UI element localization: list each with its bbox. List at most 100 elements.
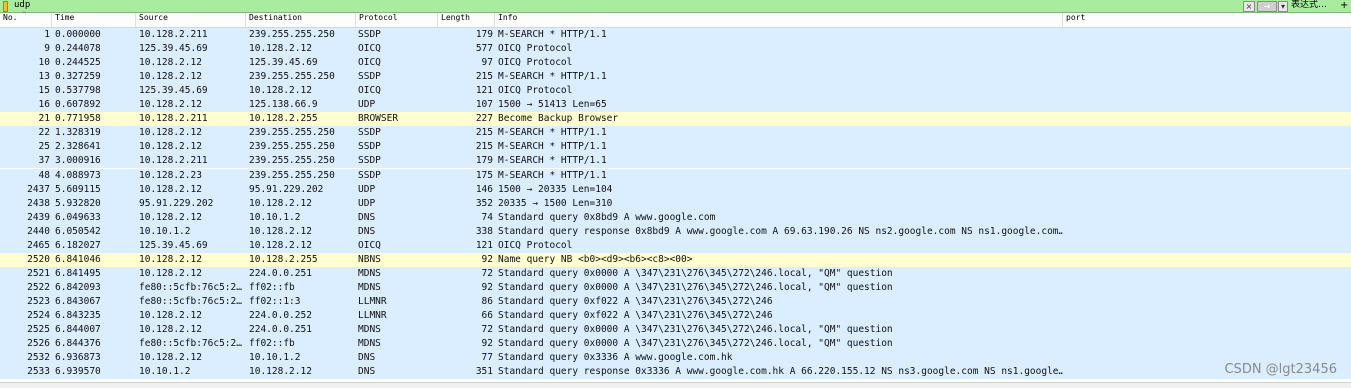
packet-row[interactable]: 2437 5.609115 10.128.2.12 95.91.229.202 UDP 1… [0,182,1351,197]
packet-time: 5.609115 [55,183,101,195]
packet-info: Standard query 0x0000 A \347\231\276\345… [498,267,893,279]
packet-time: 0.771958 [55,113,101,125]
packet-row[interactable]: 2522 6.842093 fe80::5cfb:76c5:2… ff02::fb MD… [0,280,1351,295]
packet-row[interactable]: 15 0.537798 125.39.45.69 10.128.2.12 OICQ 121… [0,84,1351,99]
packet-row[interactable]: 2524 6.843235 10.128.2.12 224.0.0.252 LLMNR 6… [0,309,1351,323]
packet-row[interactable]: 48 4.088973 10.128.2.23 239.255.255.250 SSDP… [0,168,1351,183]
apply-filter-icon[interactable]: → [1257,1,1277,12]
packet-destination: 224.0.0.251 [249,324,312,336]
packet-no: 22 [38,127,50,139]
col-header-destination[interactable]: Destination [246,13,356,27]
col-header-info[interactable]: Info [495,13,1063,27]
packet-info: M-SEARCH * HTTP/1.1 [498,141,607,153]
packet-destination: 125.39.45.69 [249,57,318,69]
packet-time: 3.000916 [55,155,101,167]
packet-destination: 10.128.2.255 [249,253,318,265]
packet-time: 0.000000 [55,29,101,40]
packet-destination: 239.255.255.250 [249,141,335,153]
packet-length: 74 [481,211,493,223]
packet-protocol: SSDP [358,29,381,40]
packet-source: 10.128.2.12 [139,57,202,69]
packet-time: 6.182027 [55,239,101,251]
packet-row[interactable]: 2523 6.843067 fe80::5cfb:76c5:2… ff02::1:3 L… [0,294,1351,309]
packet-row[interactable]: 22 1.328319 10.128.2.12 239.255.255.250 SSDP… [0,126,1351,141]
packet-source: 125.39.45.69 [139,43,208,55]
packet-no: 16 [38,99,50,111]
packet-info: OICQ Protocol [498,239,573,251]
packet-row[interactable]: 2465 6.182027 125.39.45.69 10.128.2.12 OICQ 1… [0,238,1351,253]
col-header-source[interactable]: Source [136,13,246,27]
packet-row[interactable]: 10 0.244525 10.128.2.12 125.39.45.69 OICQ 97 O… [0,56,1351,71]
packet-row[interactable]: 37 3.000916 10.128.2.211 239.255.255.250 SSD… [0,154,1351,169]
packet-row[interactable]: 13 0.327259 10.128.2.12 239.255.255.250 SSDP… [0,70,1351,85]
expression-button[interactable]: 表达式… [1291,0,1327,12]
packet-length: 215 [475,141,493,153]
packet-source: 125.39.45.69 [139,85,208,97]
clear-filter-icon[interactable]: × [1243,1,1255,12]
packet-row[interactable]: 2526 6.844376 fe80::5cfb:76c5:2… ff02::fb MD… [0,337,1351,352]
packet-row[interactable]: 2532 6.936873 10.128.2.12 10.10.1.2 DNS 77 Sta… [0,351,1351,366]
packet-row[interactable]: 1 0.000000 10.128.2.211 239.255.255.250 SSDP… [0,28,1351,42]
packet-length: 66 [481,310,493,321]
packet-info: 1500 → 51413 Len=65 [498,99,607,111]
packet-row[interactable]: 2440 6.050542 10.10.1.2 10.128.2.12 DNS 338 St… [0,224,1351,239]
packet-no: 2523 [27,295,50,307]
packet-info: M-SEARCH * HTTP/1.1 [498,169,607,181]
packet-time: 0.537798 [55,85,101,97]
packet-time: 6.843235 [55,310,101,321]
packet-protocol: OICQ [358,85,381,97]
packet-protocol: SSDP [358,155,381,167]
packet-no: 2437 [27,183,50,195]
packet-destination: 10.128.2.12 [249,43,312,55]
packet-no: 1 [44,29,50,40]
packet-time: 6.841495 [55,267,101,279]
packet-no: 10 [38,57,50,69]
packet-info: 1500 → 20335 Len=104 [498,183,613,195]
packet-destination: ff02::1:3 [249,295,301,307]
col-header-port[interactable]: port [1063,13,1351,27]
packet-protocol: OICQ [358,57,381,69]
packet-protocol: UDP [358,183,376,195]
packet-no: 2521 [27,267,50,279]
bookmark-icon[interactable] [3,1,8,12]
display-filter-bar[interactable]: udp × → ▾ 表达式… + [0,0,1351,13]
packet-length: 215 [475,71,493,83]
packet-time: 2.328641 [55,141,101,153]
col-header-protocol[interactable]: Protocol [356,13,438,27]
packet-source: fe80::5cfb:76c5:2… [139,338,242,350]
packet-source: 10.128.2.12 [139,211,202,223]
packet-row[interactable]: 9 0.244078 125.39.45.69 10.128.2.12 OICQ 577 O… [0,42,1351,57]
packet-info: OICQ Protocol [498,85,573,97]
packet-protocol: MDNS [358,338,381,350]
packet-protocol: MDNS [358,267,381,279]
packet-row[interactable]: 2439 6.049633 10.128.2.12 10.10.1.2 DNS 74 Sta… [0,210,1351,225]
packet-destination: 10.10.1.2 [249,352,301,364]
packet-row[interactable]: 2525 6.844007 10.128.2.12 224.0.0.251 MDNS 72… [0,323,1351,338]
packet-destination: 224.0.0.252 [249,310,312,321]
packet-row[interactable]: 2520 6.841046 10.128.2.12 10.128.2.255 NBNS 9… [0,252,1351,267]
packet-protocol: MDNS [358,281,381,293]
packet-source: 10.128.2.23 [139,169,202,181]
packet-length: 577 [475,43,493,55]
filter-dropdown-icon[interactable]: ▾ [1278,1,1288,12]
packet-source: 10.10.1.2 [139,366,191,378]
packet-destination: 239.255.255.250 [249,127,335,139]
packet-row[interactable]: 2438 5.932820 95.91.229.202 10.128.2.12 UDP 3… [0,196,1351,211]
packet-time: 6.049633 [55,211,101,223]
packet-time: 6.843067 [55,295,101,307]
packet-destination: 10.128.2.12 [249,85,312,97]
col-header-time[interactable]: Time [52,13,136,27]
horizontal-scrollbar[interactable] [0,382,1351,388]
packet-row[interactable]: 25 2.328641 10.128.2.12 239.255.255.250 SSDP… [0,140,1351,155]
add-filter-button[interactable]: + [1340,0,1348,12]
packet-destination: ff02::fb [249,281,295,293]
packet-info: Standard query 0xf022 A \347\231\276\345… [498,310,773,321]
packet-row[interactable]: 21 0.771958 10.128.2.211 10.128.2.255 BROWSE… [0,112,1351,127]
packet-no: 2439 [27,211,50,223]
col-header-length[interactable]: Length [438,13,495,27]
packet-protocol: SSDP [358,127,381,139]
packet-row[interactable]: 2521 6.841495 10.128.2.12 224.0.0.251 MDNS 72… [0,266,1351,281]
packet-row[interactable]: 16 0.607892 10.128.2.12 125.138.66.9 UDP 107 1… [0,98,1351,113]
packet-row[interactable]: 2533 6.939570 10.10.1.2 10.128.2.12 DNS 351 St… [0,365,1351,380]
packet-source: 10.128.2.12 [139,253,202,265]
